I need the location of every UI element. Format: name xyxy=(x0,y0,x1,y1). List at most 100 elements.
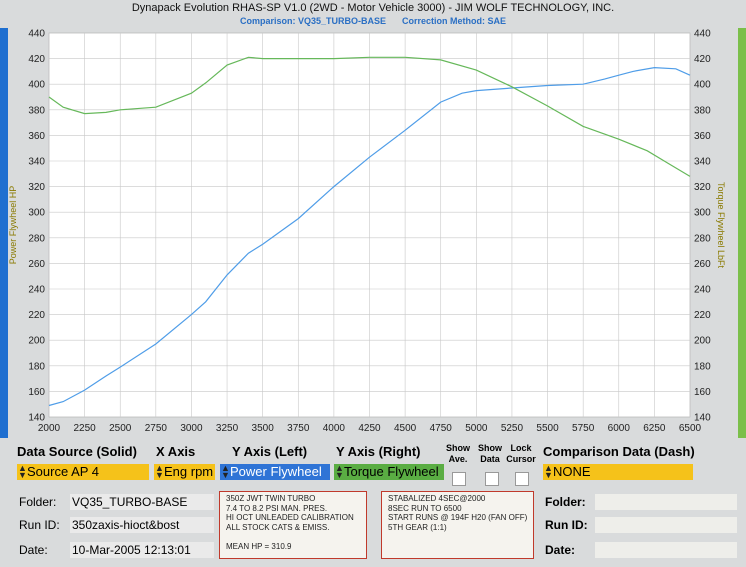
y-left-tick-label: 220 xyxy=(28,310,45,321)
lock-cursor-header: Lock Cursor xyxy=(506,443,536,464)
y-right-tick-label: 360 xyxy=(694,131,711,142)
y-right-tick-label: 180 xyxy=(694,361,711,372)
data-source-select[interactable]: ▲ ▼ Source AP 4 xyxy=(17,464,149,480)
y-left-tick-label: 140 xyxy=(28,413,45,424)
lock-cursor-checkbox[interactable] xyxy=(515,472,529,486)
left-tick-labels: 140 160 180 200 220 240 260 280 300 320 340 360 380 4… xyxy=(28,29,45,424)
x-tick-label: 2250 xyxy=(73,423,96,434)
x-tick-label: 6000 xyxy=(608,423,631,434)
note-line: MEAN HP = 310.9 xyxy=(226,541,292,551)
cmp-folder-label: Folder: xyxy=(545,495,586,509)
x-axis-value: Eng rpm xyxy=(164,464,214,479)
x-axis-select[interactable]: ▲ ▼ Eng rpm xyxy=(154,464,215,480)
y-right-tick-label: 220 xyxy=(694,310,711,321)
comparison-select[interactable]: ▲ ▼ NONE xyxy=(543,464,693,480)
y-left-tick-label: 180 xyxy=(28,361,45,372)
y-right-tick-label: 160 xyxy=(694,387,711,398)
y-right-tick-label: 380 xyxy=(694,105,711,116)
x-tick-label: 5000 xyxy=(465,423,488,434)
note-line xyxy=(226,532,360,542)
x-tick-label: 6250 xyxy=(643,423,666,434)
x-tick-label: 5250 xyxy=(501,423,524,434)
cmp-date-label: Date: xyxy=(545,543,576,557)
x-tick-label: 6500 xyxy=(679,423,702,434)
spinner-arrows-icon[interactable]: ▲ ▼ xyxy=(544,464,553,480)
y-right-tick-label: 340 xyxy=(694,157,711,168)
y-left-tick-label: 320 xyxy=(28,182,45,193)
y-left-tick-label: 200 xyxy=(28,336,45,347)
note-line: 8SEC RUN TO 6500 xyxy=(388,503,462,513)
dyno-chart[interactable]: 140 160 180 200 220 240 260 280 300 320 340 360 380 4… xyxy=(0,0,746,440)
y-left-tick-label: 440 xyxy=(28,29,45,40)
y-left-tick-label: 360 xyxy=(28,131,45,142)
data-source-value: Source AP 4 xyxy=(27,464,100,479)
y-left-tick-label: 280 xyxy=(28,233,45,244)
x-tick-label: 3750 xyxy=(287,423,310,434)
y-left-tick-label: 400 xyxy=(28,80,45,91)
y-right-value: Torque Flywheel xyxy=(344,464,439,479)
comparison-value: NONE xyxy=(553,464,591,479)
note-line: 7.4 TO 8.2 PSI MAN. PRES. xyxy=(226,503,328,513)
y-left-tick-label: 260 xyxy=(28,259,45,270)
x-tick-label: 2000 xyxy=(38,423,61,434)
data-source-header: Data Source (Solid) xyxy=(17,444,137,459)
y-left-tick-label: 160 xyxy=(28,387,45,398)
spinner-arrows-icon[interactable]: ▲ ▼ xyxy=(335,464,344,480)
y-left-tick-label: 380 xyxy=(28,105,45,116)
date-label: Date: xyxy=(19,543,48,557)
x-tick-label: 2500 xyxy=(109,423,132,434)
y-left-select[interactable]: ▲ ▼ Power Flywheel xyxy=(220,464,330,480)
y-right-tick-label: 320 xyxy=(694,182,711,193)
x-tick-label: 3000 xyxy=(180,423,203,434)
spinner-arrows-icon[interactable]: ▲ ▼ xyxy=(18,464,27,480)
note-line: START RUNS @ 194F H20 (FAN OFF) xyxy=(388,513,528,522)
y-right-tick-label: 200 xyxy=(694,336,711,347)
x-tick-label: 4250 xyxy=(358,423,381,434)
y-right-tick-label: 440 xyxy=(694,29,711,40)
y-left-tick-label: 300 xyxy=(28,208,45,219)
right-tick-labels: 140 160 180 200 220 240 260 280 300 320 340 360 380 4… xyxy=(694,29,711,424)
run-id-label: Run ID: xyxy=(19,518,60,532)
y-left-tick-label: 420 xyxy=(28,54,45,65)
right-axis-title: Torque Flywheel LbFt xyxy=(716,181,726,269)
spinner-arrows-icon[interactable]: ▲ ▼ xyxy=(221,464,230,480)
cmp-date-field xyxy=(595,542,737,558)
run-notes-right: STABALIZED 4SEC@2000 8SEC RUN TO 6500 STAR… xyxy=(381,491,534,559)
y-right-tick-label: 420 xyxy=(694,54,711,65)
date-value: 10-Mar-2005 12:13:01 xyxy=(70,542,214,558)
left-axis-title: Power Flywheel HP xyxy=(8,185,18,265)
x-axis-header: X Axis xyxy=(156,444,196,459)
y-right-tick-label: 240 xyxy=(694,285,711,296)
x-tick-label: 5500 xyxy=(536,423,559,434)
spinner-arrows-icon[interactable]: ▲ ▼ xyxy=(155,464,164,480)
y-left-header: Y Axis (Left) xyxy=(232,444,308,459)
x-tick-label: 4750 xyxy=(430,423,453,434)
x-tick-label: 2750 xyxy=(145,423,168,434)
x-tick-label: 4500 xyxy=(394,423,417,434)
cmp-run-id-field xyxy=(595,517,737,533)
show-ave-header: Show Ave. xyxy=(446,443,470,464)
run-notes-left: 350Z JWT TWIN TURBO 7.4 TO 8.2 PSI MAN. P… xyxy=(219,491,367,559)
cmp-folder-field xyxy=(595,494,737,510)
y-right-tick-label: 300 xyxy=(694,208,711,219)
comparison-header: Comparison Data (Dash) xyxy=(543,444,695,459)
show-data-checkbox[interactable] xyxy=(485,472,499,486)
folder-label: Folder: xyxy=(19,495,57,509)
note-line: 350Z JWT TWIN TURBO xyxy=(226,494,316,503)
y-right-header: Y Axis (Right) xyxy=(336,444,421,459)
run-id-value: 350zaxis-hioct&bost xyxy=(70,517,214,533)
show-ave-checkbox[interactable] xyxy=(452,472,466,486)
y-right-select[interactable]: ▲ ▼ Torque Flywheel xyxy=(334,464,444,480)
y-left-tick-label: 240 xyxy=(28,285,45,296)
x-tick-label: 3250 xyxy=(216,423,239,434)
x-tick-labels: 2000 2250 2500 2750 3000 3250 3500 3750 4000 4250… xyxy=(38,423,702,434)
y-right-tick-label: 260 xyxy=(694,259,711,270)
note-line: HI OCT UNLEADED CALIBRATION xyxy=(226,513,354,522)
folder-value: VQ35_TURBO-BASE xyxy=(70,494,214,510)
y-right-tick-label: 400 xyxy=(694,80,711,91)
y-left-value: Power Flywheel xyxy=(230,464,322,479)
note-line: 5TH GEAR (1:1) xyxy=(388,522,447,532)
x-tick-label: 4000 xyxy=(323,423,346,434)
show-data-header: Show Data xyxy=(478,443,502,464)
x-tick-label: 5750 xyxy=(572,423,595,434)
